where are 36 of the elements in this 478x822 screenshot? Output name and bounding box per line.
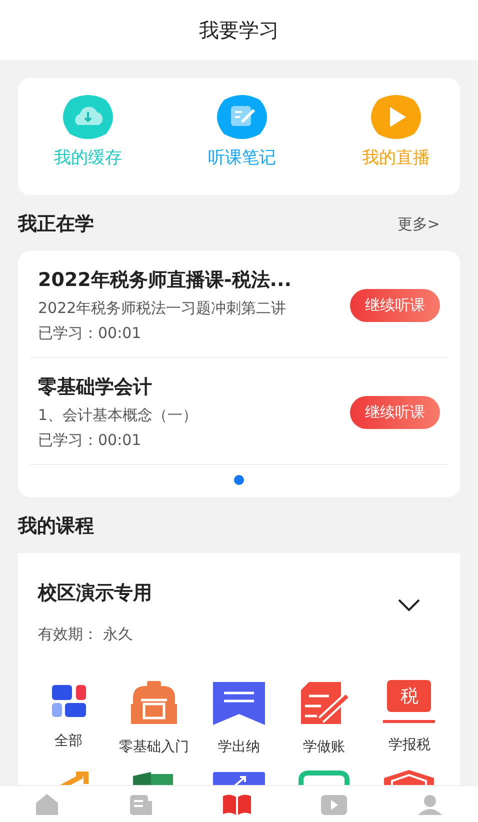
continue-button[interactable]: 继续听课 xyxy=(350,396,440,428)
section-title: 我正在学 xyxy=(18,212,94,237)
continue-button[interactable]: 继续听课 xyxy=(350,288,440,322)
category-item[interactable]: 零基础入门 xyxy=(111,680,196,756)
bookmark-icon xyxy=(212,680,266,726)
course-title: 2022年税务师直播课-税法... xyxy=(38,268,292,293)
course-name: 校区演示专用 xyxy=(38,581,152,606)
shortcut-label: 我的直播 xyxy=(362,147,430,169)
chevron-icon[interactable] xyxy=(398,599,420,611)
tax-glyph: 税 xyxy=(387,680,432,712)
category-item[interactable]: 全部 xyxy=(26,680,112,756)
lesson-title: 1、会计基本概念（一） xyxy=(38,406,198,425)
progress-text: 已学习：00:01 xyxy=(38,324,142,343)
more-link[interactable]: 更多> xyxy=(397,214,440,234)
category-label: 学做账 xyxy=(303,738,346,756)
category-label: 学报税 xyxy=(388,736,430,754)
category-label: 零基础入门 xyxy=(118,738,189,756)
page-title: 我要学习 xyxy=(199,16,279,44)
shortcut-label: 听课笔记 xyxy=(208,147,276,169)
lesson-title: 2022年税务师税法一习题冲刺第二讲 xyxy=(38,299,288,318)
book-icon[interactable] xyxy=(222,793,252,815)
course-title: 零基础学会计 xyxy=(38,375,153,400)
user-icon[interactable] xyxy=(416,793,444,815)
category-label: 学出纳 xyxy=(218,738,260,756)
category-item[interactable]: 税 学报税 xyxy=(366,680,452,756)
document-icon[interactable] xyxy=(128,793,154,815)
category-item[interactable]: 学出纳 xyxy=(196,680,282,756)
tray-icon xyxy=(297,770,352,785)
progress-text: 已学习：00:01 xyxy=(38,431,142,450)
category-item[interactable]: 学做账 xyxy=(282,680,367,756)
category-label: 全部 xyxy=(54,732,83,750)
validity-text: 有效期： 永久 xyxy=(38,625,134,644)
video-icon[interactable] xyxy=(320,793,348,815)
shortcut-label: 我的缓存 xyxy=(54,147,122,169)
section-title: 我的课程 xyxy=(18,514,94,539)
home-icon[interactable] xyxy=(34,793,60,815)
